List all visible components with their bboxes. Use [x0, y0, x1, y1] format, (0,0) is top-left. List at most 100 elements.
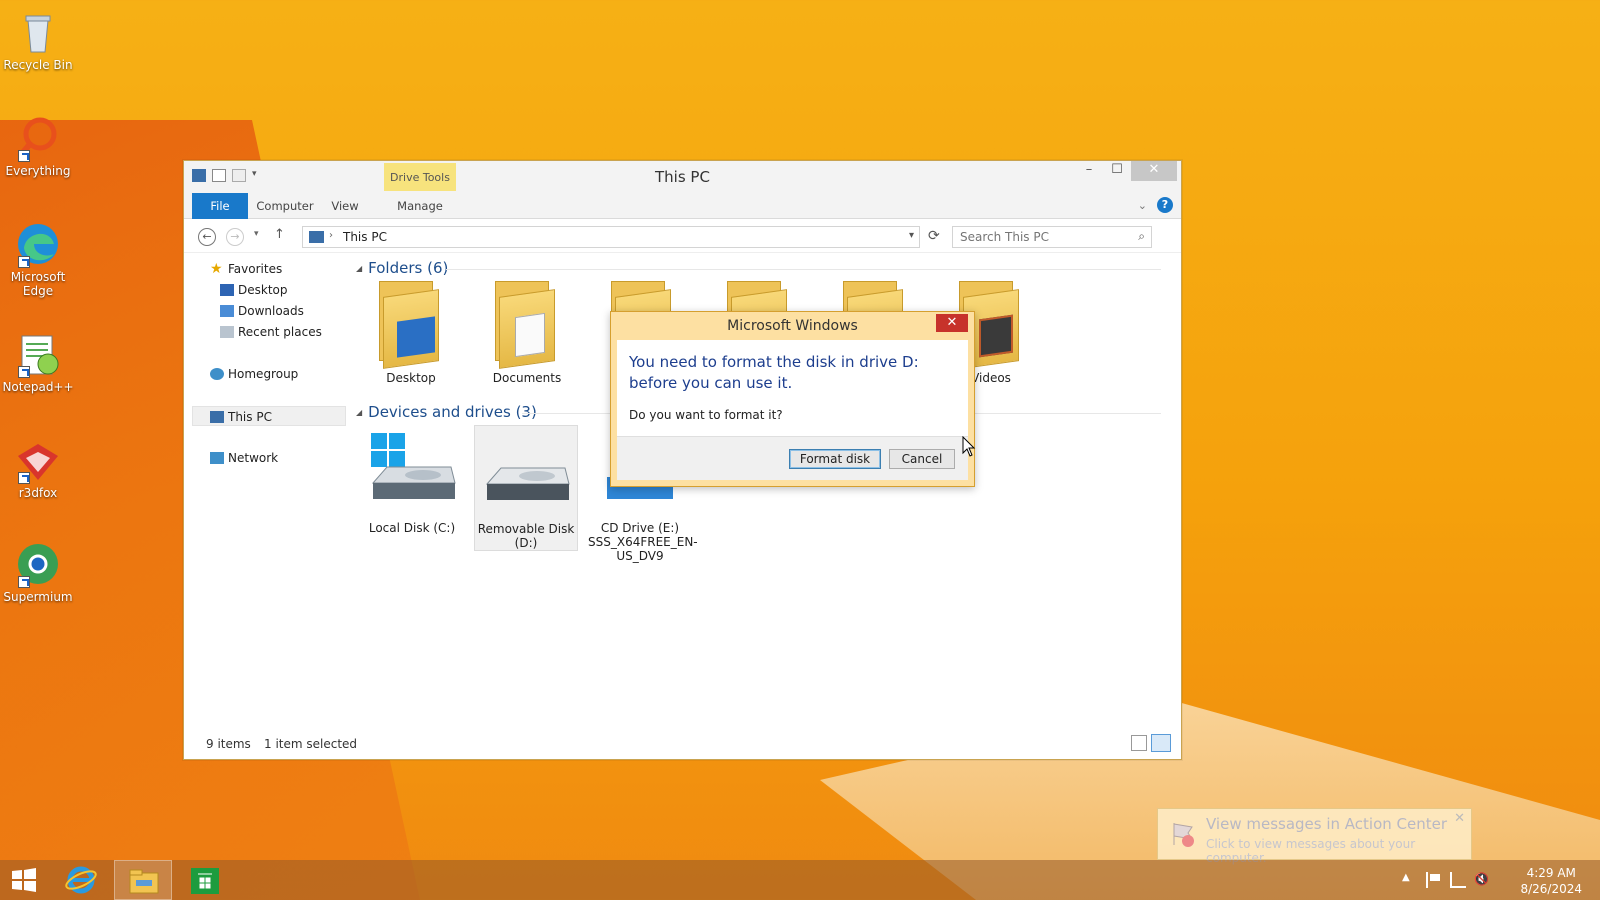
recent-locations-icon[interactable]: ▾ [254, 229, 259, 239]
breadcrumb: This PC [343, 230, 387, 244]
dialog-body: You need to format the disk in drive D: … [617, 340, 968, 480]
windows-logo-icon [12, 868, 36, 892]
desktop-icon-everything[interactable]: Everything [2, 114, 74, 178]
search-icon[interactable]: ⌕ [1138, 229, 1145, 244]
desktop-icon-supermium[interactable]: Supermium [2, 540, 74, 604]
tab-computer[interactable]: Computer [250, 193, 320, 219]
action-center-flag-icon[interactable] [1426, 872, 1442, 888]
folders-group-header[interactable]: ◢ Folders (6) [356, 259, 448, 277]
taskbar-file-explorer[interactable] [114, 860, 172, 900]
drive-item-removable-disk[interactable]: Removable Disk (D:) [474, 425, 578, 551]
computer-icon [309, 231, 324, 243]
dialog-title: Microsoft Windows [727, 318, 858, 334]
dialog-question: Do you want to format it? [629, 408, 783, 422]
desktop-icon-edge[interactable]: Microsoft Edge [2, 220, 74, 298]
star-icon: ★ [210, 261, 223, 277]
taskbar-clock[interactable]: 4:29 AM 8/26/2024 [1520, 865, 1582, 897]
window-controls: – ☐ ✕ [1075, 161, 1177, 181]
dialog-close-button[interactable]: ✕ [936, 314, 968, 332]
folder-icon [495, 281, 559, 369]
group-header-label: Folders (6) [368, 259, 449, 277]
desktop-icon-label: Supermium [3, 590, 73, 604]
large-icons-view-icon[interactable] [1151, 734, 1171, 752]
tab-file[interactable]: File [192, 193, 248, 219]
internet-explorer-icon [65, 866, 97, 894]
nav-item-desktop[interactable]: Desktop [192, 280, 346, 300]
nav-item-recent-places[interactable]: Recent places [192, 322, 346, 342]
start-button[interactable] [0, 860, 48, 900]
drive-item-local-disk[interactable]: Local Disk (C:) [360, 431, 464, 535]
nav-item-favorites[interactable]: ★ Favorites [192, 259, 346, 279]
devices-group-header[interactable]: ◢ Devices and drives (3) [356, 403, 537, 421]
homegroup-icon [210, 368, 224, 380]
notification-close-icon[interactable]: ✕ [1454, 811, 1465, 826]
tab-manage[interactable]: Manage [384, 193, 456, 219]
nav-item-this-pc[interactable]: This PC [192, 406, 346, 426]
tab-view[interactable]: View [320, 193, 370, 219]
refresh-icon[interactable]: ⟳ [928, 228, 940, 244]
clock-time: 4:29 AM [1526, 866, 1576, 880]
volume-muted-icon[interactable]: 🔇 [1474, 872, 1490, 888]
nav-item-label: Favorites [228, 262, 283, 276]
dialog-message: You need to format the disk in drive D: … [629, 353, 919, 392]
desktop-icon-label: Everything [5, 164, 71, 178]
action-center-flag-icon [1168, 819, 1198, 849]
back-button[interactable]: ← [198, 228, 216, 246]
nav-item-label: Desktop [238, 283, 288, 297]
navigation-pane: ★ Favorites Desktop Downloads Recent pla… [192, 259, 346, 729]
folder-item-documents[interactable]: Documents [472, 281, 582, 385]
details-view-icon[interactable] [1131, 735, 1147, 751]
mouse-cursor-icon [962, 435, 976, 461]
desktop-icon-label: Recycle Bin [3, 58, 73, 72]
taskbar-store[interactable] [176, 860, 234, 900]
everything-search-icon [14, 114, 62, 162]
nav-item-downloads[interactable]: Downloads [192, 301, 346, 321]
nav-item-label: Downloads [238, 304, 304, 318]
notification-title: View messages in Action Center [1206, 815, 1448, 833]
maximize-button[interactable]: ☐ [1103, 161, 1131, 181]
shortcut-arrow-icon [18, 366, 30, 378]
collapse-triangle-icon: ◢ [356, 408, 363, 417]
desktop-icon-label: r3dfox [18, 486, 58, 500]
supermium-icon [14, 540, 62, 588]
shortcut-arrow-icon [18, 472, 30, 484]
action-center-notification[interactable]: View messages in Action Center Click to … [1157, 808, 1472, 865]
folder-item-desktop[interactable]: Desktop [356, 281, 466, 385]
format-disk-button[interactable]: Format disk [789, 449, 881, 469]
desktop-icon-r3dfox[interactable]: r3dfox [2, 436, 74, 500]
network-icon[interactable] [1450, 872, 1466, 888]
network-icon [210, 452, 224, 464]
cancel-button[interactable]: Cancel [889, 449, 955, 469]
expand-ribbon-icon[interactable]: ⌄ [1138, 199, 1147, 212]
help-icon[interactable]: ? [1157, 197, 1173, 213]
desktop-icon-notepad-plus-plus[interactable]: Notepad++ [2, 330, 74, 394]
item-count: 9 items [206, 737, 251, 751]
nav-item-homegroup[interactable]: Homegroup [192, 364, 346, 384]
nav-item-network[interactable]: Network [192, 448, 346, 468]
shortcut-arrow-icon [18, 576, 30, 588]
up-arrow-icon[interactable]: ↑ [274, 227, 285, 242]
group-divider [446, 269, 1161, 270]
search-box: ⌕ [952, 226, 1152, 248]
desktop-icon-recycle-bin[interactable]: Recycle Bin [2, 8, 74, 72]
system-tray: ▲ 🔇 [1402, 872, 1490, 888]
window-title: This PC [655, 168, 710, 186]
forward-button[interactable]: → [226, 228, 244, 246]
desktop-icon-label: Notepad++ [2, 380, 74, 394]
chevron-down-icon[interactable]: ▾ [909, 230, 914, 241]
group-header-label: Devices and drives (3) [368, 403, 537, 421]
edge-icon [14, 220, 62, 268]
minimize-button[interactable]: – [1075, 161, 1103, 181]
recent-places-icon [220, 326, 234, 338]
desktop-icon-label: Microsoft Edge [10, 270, 66, 298]
selection-count: 1 item selected [264, 737, 358, 751]
computer-icon [210, 411, 224, 423]
address-bar[interactable]: › This PC ▾ [302, 226, 920, 248]
taskbar-internet-explorer[interactable] [52, 860, 110, 900]
folder-label: Desktop [386, 371, 436, 385]
show-hidden-icons-icon[interactable]: ▲ [1402, 872, 1418, 888]
dialog-footer: Format disk Cancel [617, 436, 968, 480]
close-button[interactable]: ✕ [1131, 161, 1177, 181]
search-input[interactable] [953, 227, 1123, 247]
folder-label: Documents [492, 371, 562, 385]
